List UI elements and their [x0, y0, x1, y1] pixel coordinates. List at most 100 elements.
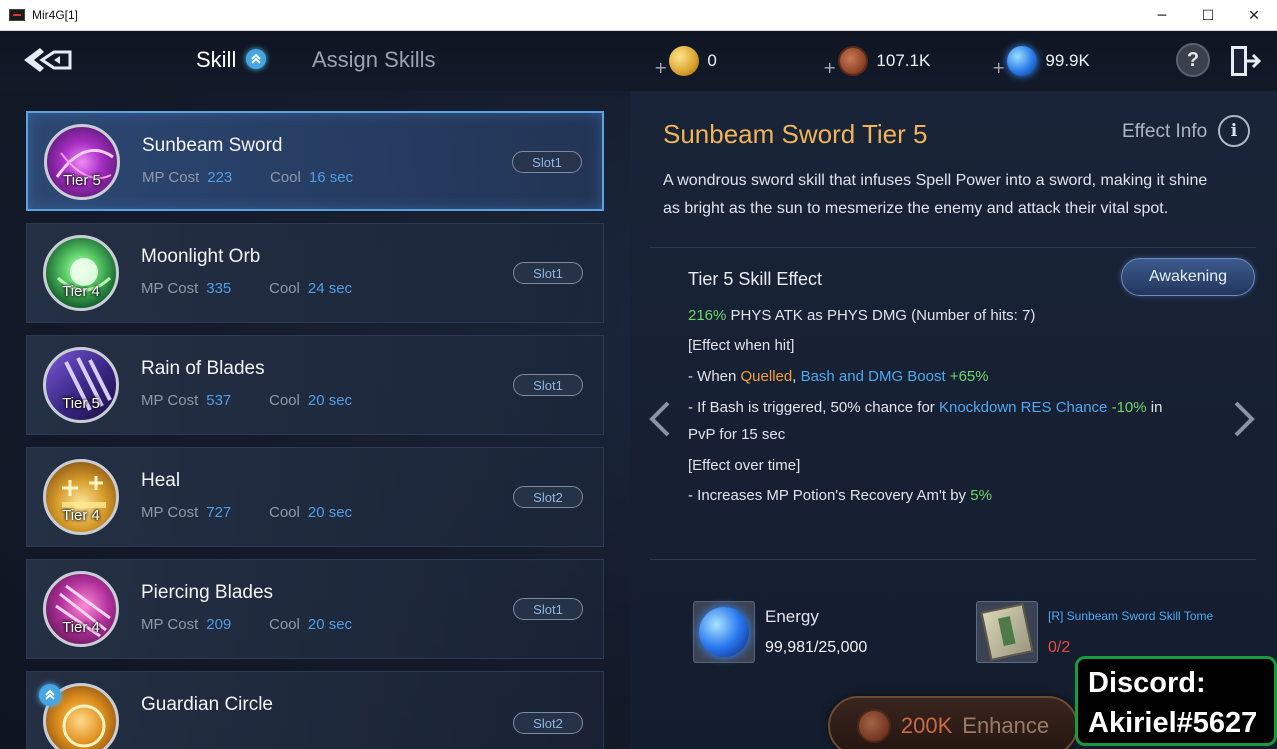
effect-text: - Increases MP Potion's Recovery Am't by [688, 487, 971, 504]
awakening-button[interactable]: Awakening [1121, 258, 1255, 296]
cool-value: 16 sec [308, 169, 354, 186]
effect-value: 216% [688, 307, 727, 324]
game-viewport: Skill Assign Skills + 0 + 107.1K + 99.9K… [0, 31, 1277, 749]
tome-material-slot[interactable] [976, 601, 1038, 663]
mp-cost-value: 335 [206, 280, 232, 297]
minimize-button[interactable]: ─ [1139, 0, 1185, 31]
skill-item-rain-of-blades[interactable]: Tier 5 Rain of Blades MP Cost 537 Cool 20 … [26, 335, 604, 435]
skill-effect-heading: Tier 5 Skill Effect [688, 269, 823, 289]
skill-list[interactable]: Tier 5 Sunbeam Sword MP Cost 223 Cool 16 s… [26, 111, 604, 749]
cool-label: Cool [269, 392, 300, 409]
enhance-button[interactable]: 200K Enhance [828, 696, 1078, 749]
help-button[interactable]: ? [1176, 43, 1210, 77]
moonlight-orb-icon: Tier 4 [43, 235, 119, 311]
currency-copper[interactable]: + 107.1K [823, 45, 930, 77]
gold-coin-icon [669, 46, 700, 76]
skill-tier: Tier 4 [62, 619, 100, 636]
piercing-blades-icon: Tier 4 [43, 571, 119, 647]
plus-icon: + [654, 57, 668, 77]
cool-value: 24 sec [307, 280, 353, 297]
skill-item-moonlight-orb[interactable]: Tier 4 Moonlight Orb MP Cost 335 Cool 24 s… [26, 223, 604, 323]
skill-detail-panel: Sunbeam Sword Tier 5 Effect Info i A won… [630, 91, 1277, 749]
tome-label: [R] Sunbeam Sword Skill Tome [1048, 609, 1214, 623]
cool-value: 20 sec [307, 616, 353, 633]
skill-name: Heal [141, 470, 181, 491]
copper-coin-icon [838, 46, 869, 76]
discord-overlay: Discord: Akiriel#5627 [1075, 656, 1277, 746]
next-arrow-icon[interactable] [1232, 401, 1256, 441]
divider [650, 559, 1256, 560]
window-controls: ─ ☐ ✕ [1139, 0, 1277, 31]
heal-icon: Tier 4 [43, 459, 119, 535]
effect-keyword: Quelled [740, 368, 793, 385]
cool-value: 20 sec [307, 392, 353, 409]
skill-stats: MP Cost 537 Cool 20 sec [141, 392, 352, 409]
energy-orb-icon [699, 607, 749, 657]
maximize-button[interactable]: ☐ [1185, 0, 1231, 31]
copper-coin-icon [856, 709, 891, 743]
app-icon [9, 9, 25, 21]
mp-cost-value: 209 [206, 616, 232, 633]
exit-icon[interactable] [1228, 43, 1262, 79]
upgrade-available-icon [246, 49, 266, 69]
previous-arrow-icon[interactable] [648, 401, 672, 441]
energy-amount: 99.9K [1045, 51, 1090, 70]
slot-badge: Slot1 [513, 262, 583, 284]
upgrade-available-icon [39, 684, 61, 706]
skill-item-sunbeam-sword[interactable]: Tier 5 Sunbeam Sword MP Cost 223 Cool 16 s… [26, 111, 604, 211]
plus-icon: + [823, 57, 837, 77]
window-title: Mir4G[1] [32, 8, 79, 22]
effect-info-label[interactable]: Effect Info [1122, 121, 1207, 143]
skill-description: A wondrous sword skill that infuses Spel… [663, 167, 1253, 223]
energy-orb-icon [1007, 46, 1038, 76]
energy-label: Energy [765, 607, 819, 626]
skill-name: Sunbeam Sword [142, 135, 283, 156]
enhance-cost: 200K [900, 713, 953, 738]
cool-label: Cool [269, 616, 300, 633]
mp-cost-label: MP Cost [141, 280, 199, 297]
discord-handle: Akiriel#5627 [1088, 707, 1258, 739]
tome-value: 0/2 [1048, 639, 1071, 656]
tab-skill[interactable]: Skill [196, 47, 236, 73]
skill-name: Rain of Blades [141, 358, 265, 379]
tab-assign-skills[interactable]: Assign Skills [312, 47, 435, 73]
close-button[interactable]: ✕ [1231, 0, 1277, 31]
currency-gold[interactable]: + 0 [654, 45, 717, 77]
slot-badge: Slot1 [513, 374, 583, 396]
skill-item-heal[interactable]: Tier 4 Heal MP Cost 727 Cool 20 sec Slot2 [26, 447, 604, 547]
skill-item-guardian-circle[interactable]: Guardian Circle Slot2 [26, 671, 604, 749]
currency-energy[interactable]: + 99.9K [992, 45, 1090, 77]
effect-text: , [792, 368, 801, 385]
skill-stats: MP Cost 209 Cool 20 sec [141, 616, 352, 633]
skill-name: Moonlight Orb [141, 246, 261, 267]
description-line: as bright as the sun to mesmerize the en… [663, 200, 1169, 217]
energy-material-slot[interactable] [693, 601, 755, 663]
plus-icon: + [992, 57, 1006, 77]
skill-tier: Tier 4 [62, 283, 100, 300]
effect-line: - When Quelled, Bash and DMG Boost +65% [688, 368, 989, 385]
effect-line: [Effect over time] [688, 457, 801, 474]
mp-cost-label: MP Cost [141, 392, 199, 409]
back-icon[interactable] [20, 43, 76, 77]
effect-text: in [1146, 399, 1163, 416]
slot-badge: Slot1 [512, 151, 582, 173]
cool-label: Cool [269, 504, 300, 521]
effect-text: - If Bash is triggered, 50% chance for [688, 399, 939, 416]
mp-cost-value: 727 [206, 504, 232, 521]
effect-line: - If Bash is triggered, 50% chance for K… [688, 399, 1162, 416]
skill-item-piercing-blades[interactable]: Tier 4 Piercing Blades MP Cost 209 Cool 20… [26, 559, 604, 659]
divider [650, 247, 1256, 248]
skill-name: Guardian Circle [141, 694, 273, 715]
effect-text: - When [688, 368, 741, 385]
effect-keyword: Bash and DMG Boost [800, 368, 946, 385]
enhance-label: Enhance [962, 713, 1050, 738]
effect-value: -10% [1107, 399, 1147, 416]
slot-badge: Slot2 [513, 712, 583, 734]
cool-label: Cool [269, 280, 300, 297]
skill-stats: MP Cost 335 Cool 24 sec [141, 280, 352, 297]
skill-tier: Tier 5 [62, 395, 100, 412]
discord-label: Discord: [1088, 667, 1206, 699]
top-bar: Skill Assign Skills + 0 + 107.1K + 99.9K… [0, 31, 1277, 91]
rain-of-blades-icon: Tier 5 [43, 347, 119, 423]
info-icon[interactable]: i [1218, 115, 1250, 147]
